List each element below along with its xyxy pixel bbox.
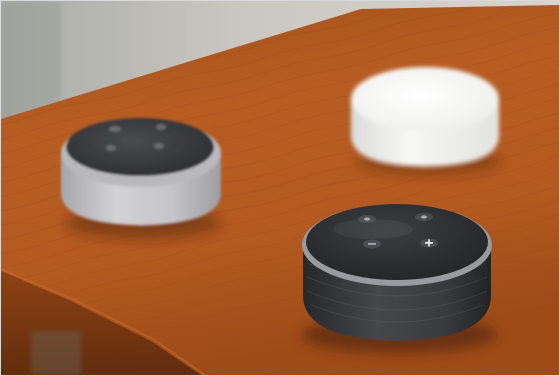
speaker-right-top xyxy=(351,67,499,131)
speaker-front-button-mic-dot xyxy=(421,215,427,219)
speaker-front xyxy=(301,204,497,353)
speaker-left-button-2 xyxy=(156,124,166,130)
photo-scene xyxy=(1,1,559,375)
photo-frame xyxy=(0,0,560,376)
speaker-front-highlight xyxy=(333,219,413,239)
speaker-left-button-4 xyxy=(154,143,164,149)
speaker-left xyxy=(61,118,221,239)
table-leg xyxy=(31,331,81,375)
speaker-front-plus-icon-v xyxy=(428,239,430,247)
speaker-right xyxy=(351,67,501,175)
speaker-left-top xyxy=(66,118,214,176)
speaker-left-button-3 xyxy=(106,145,116,151)
speaker-front-top xyxy=(306,204,488,280)
speaker-front-minus-icon xyxy=(368,243,376,245)
speaker-left-button-1 xyxy=(109,126,121,132)
